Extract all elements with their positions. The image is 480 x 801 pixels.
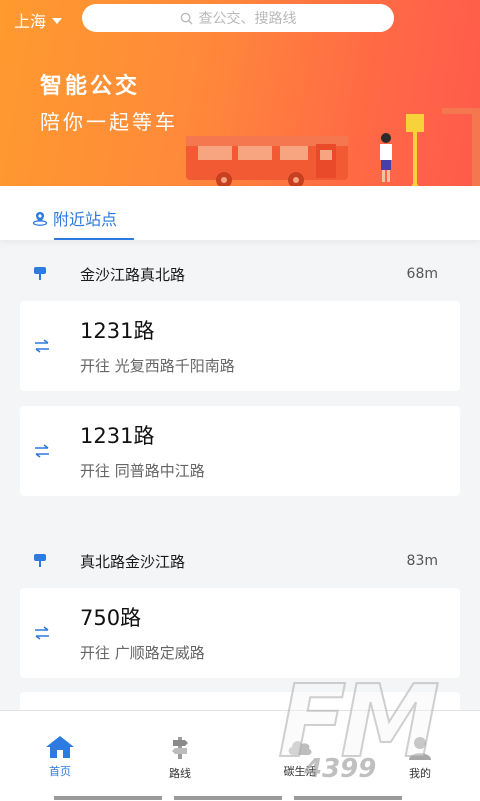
- cloud-icon: [288, 741, 312, 755]
- station-header[interactable]: 金沙江路真北路 68m: [0, 252, 480, 296]
- user-icon: [409, 737, 431, 760]
- route-number: 1231路: [80, 424, 155, 448]
- route-card[interactable]: 1231路 开往 光复西路千阳南路: [20, 301, 460, 391]
- bus-illustration: [186, 136, 348, 186]
- station-name: 金沙江路真北路: [80, 265, 186, 284]
- tab-nearby-stations[interactable]: 附近站点: [32, 206, 117, 230]
- active-tab-indicator: [54, 238, 134, 240]
- route-direction: 开往 光复西路千阳南路: [80, 357, 235, 375]
- swap-direction-icon[interactable]: [34, 339, 50, 353]
- station-distance: 83m: [406, 553, 438, 569]
- nav-routes[interactable]: 路线: [140, 735, 220, 781]
- search-icon: [180, 12, 193, 25]
- location-pin-icon: [32, 212, 48, 226]
- home-indicator-segment: [54, 796, 162, 800]
- nav-label: 首页: [49, 765, 71, 778]
- city-label: 上海: [14, 12, 47, 31]
- home-indicator-segment: [294, 796, 402, 800]
- station-name: 真北路金沙江路: [80, 552, 186, 571]
- home-icon: [46, 736, 74, 758]
- slogan-line1: 智能公交: [40, 74, 141, 99]
- header-banner: 上海 查公交、搜路线 智能公交 陪你一起等车: [0, 0, 480, 186]
- caret-down-icon: [52, 18, 63, 24]
- bus-stop-sign-icon: [34, 554, 46, 567]
- route-card[interactable]: 1231路 开往 同普路中江路: [20, 406, 460, 496]
- nav-mine[interactable]: 我的: [380, 735, 460, 781]
- bottom-navigation: 首页 路线 碳生活 我的: [0, 710, 480, 801]
- route-sign-icon: [172, 737, 188, 759]
- route-number: 750路: [80, 606, 142, 630]
- nav-home[interactable]: 首页: [20, 735, 100, 779]
- nav-label: 碳生活: [283, 765, 317, 778]
- swap-direction-icon[interactable]: [34, 626, 50, 640]
- city-selector[interactable]: 上海: [14, 8, 63, 32]
- swap-direction-icon[interactable]: [34, 444, 50, 458]
- route-number: 1231路: [80, 319, 155, 343]
- nav-carbon-life[interactable]: 碳生活: [260, 735, 340, 779]
- home-indicator-segment: [174, 796, 282, 800]
- tab-bar: 附近站点: [0, 186, 480, 240]
- slogan-line2: 陪你一起等车: [40, 110, 178, 134]
- nav-label: 我的: [409, 767, 431, 780]
- route-direction: 开往 广顺路定威路: [80, 644, 205, 662]
- route-card[interactable]: 750路 开往 广顺路定威路: [20, 588, 460, 678]
- tab-label: 附近站点: [53, 210, 118, 229]
- nav-label: 路线: [169, 767, 191, 780]
- bus-stop-illustration: [380, 108, 480, 186]
- station-distance: 68m: [406, 266, 438, 282]
- station-header[interactable]: 真北路金沙江路 83m: [0, 539, 480, 583]
- search-input[interactable]: 查公交、搜路线: [82, 4, 394, 32]
- bus-stop-sign-icon: [34, 267, 46, 280]
- search-placeholder: 查公交、搜路线: [198, 11, 297, 27]
- route-direction: 开往 同普路中江路: [80, 462, 205, 480]
